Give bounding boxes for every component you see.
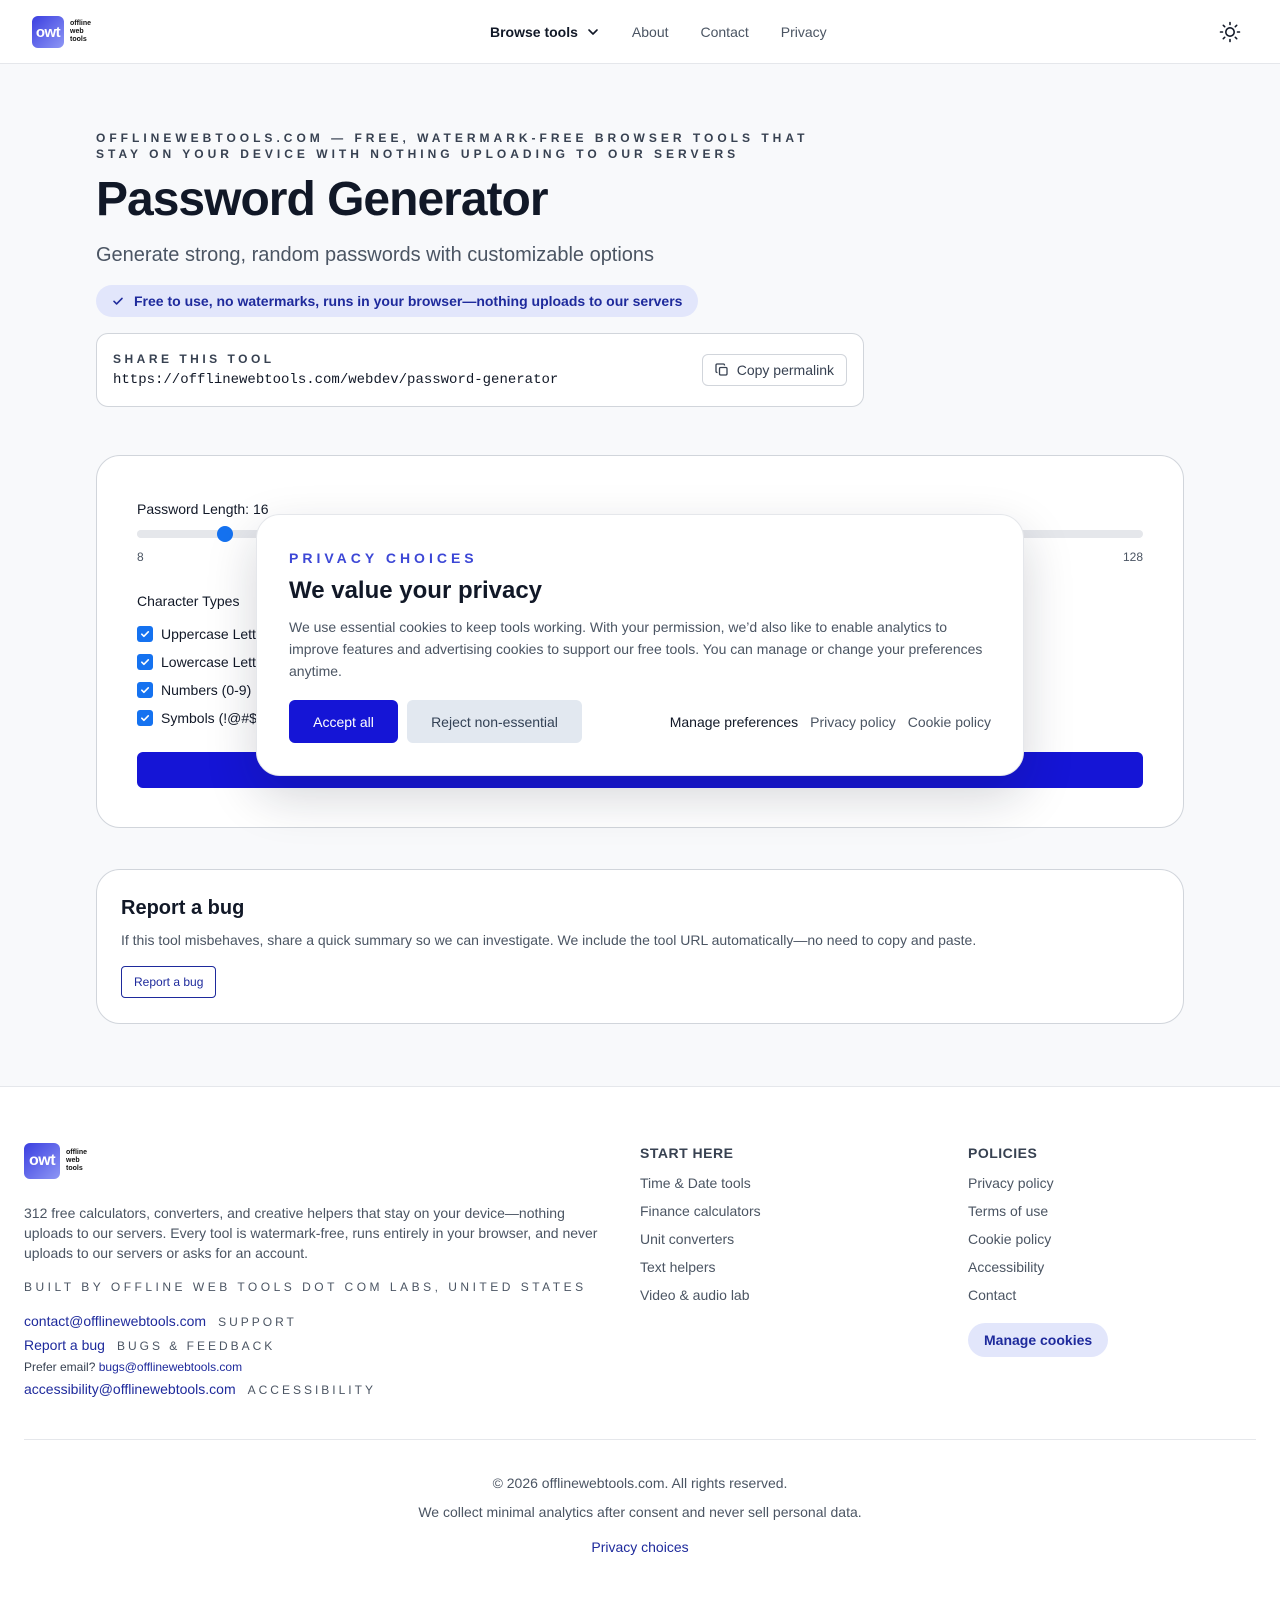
privacy-badge-text: Free to use, no watermarks, runs in your… <box>134 293 683 309</box>
site-header: owt offline web tools Browse tools About… <box>0 0 1280 64</box>
check-icon <box>141 631 150 638</box>
cookie-consent-dialog: PRIVACY CHOICES We value your privacy We… <box>256 514 1024 776</box>
character-types-title: Character Types <box>137 593 240 609</box>
logo-wordmark: offline web tools <box>70 20 91 43</box>
main-nav: Browse tools About Contact Privacy <box>490 0 827 64</box>
symbols-checkbox[interactable] <box>137 710 153 726</box>
reject-non-essential-button[interactable]: Reject non-essential <box>407 700 582 743</box>
check-icon <box>141 715 150 722</box>
footer-report-row: Report a bug BUGS & FEEDBACK <box>24 1337 275 1353</box>
check-icon <box>113 297 123 305</box>
footer-link-video-audio[interactable]: Video & audio lab <box>640 1287 761 1315</box>
consent-links: Manage preferences Privacy policy Cookie… <box>670 714 991 730</box>
footer-link-accessibility[interactable]: Accessibility <box>968 1259 1108 1287</box>
report-bug-button[interactable]: Report a bug <box>121 966 217 998</box>
report-bug-description: If this tool misbehaves, share a quick s… <box>121 932 977 948</box>
manage-preferences-link[interactable]: Manage preferences <box>670 714 798 730</box>
privacy-choices-link[interactable]: Privacy choices <box>0 1539 1280 1555</box>
logo-mark: owt <box>32 16 64 48</box>
option-uppercase[interactable]: Uppercase Lett <box>137 626 256 642</box>
check-icon <box>141 659 150 666</box>
share-label: SHARE THIS TOOL <box>113 352 275 366</box>
report-bug-title: Report a bug <box>121 897 245 919</box>
check-icon <box>141 687 150 694</box>
nav-about[interactable]: About <box>632 24 669 40</box>
consent-privacy-policy-link[interactable]: Privacy policy <box>810 714 896 730</box>
footer-accessibility-row: accessibility@offlinewebtools.com ACCESS… <box>24 1381 376 1397</box>
prefer-email-line: Prefer email? bugs@offlinewebtools.com <box>24 1360 243 1374</box>
support-tag: SUPPORT <box>218 1315 297 1329</box>
logo-mark: owt <box>24 1143 60 1179</box>
footer-link-privacy-policy[interactable]: Privacy policy <box>968 1175 1108 1203</box>
nav-browse-tools[interactable]: Browse tools <box>490 24 600 40</box>
slider-fill <box>137 530 225 538</box>
nav-contact[interactable]: Contact <box>701 24 749 40</box>
option-symbols[interactable]: Symbols (!@#$ <box>137 710 257 726</box>
footer-link-text-helpers[interactable]: Text helpers <box>640 1259 761 1287</box>
copy-icon <box>715 363 728 376</box>
nav-privacy[interactable]: Privacy <box>781 24 827 40</box>
share-card: SHARE THIS TOOL https://offlinewebtools.… <box>96 333 864 407</box>
password-length-label: Password Length: 16 <box>137 501 269 517</box>
chevron-down-icon <box>588 29 598 35</box>
lowercase-checkbox[interactable] <box>137 654 153 670</box>
footer-report-bug-link[interactable]: Report a bug <box>24 1337 105 1353</box>
consent-cookie-policy-link[interactable]: Cookie policy <box>908 714 991 730</box>
site-tagline: OFFLINEWEBTOOLS.COM — FREE, WATERMARK-FR… <box>96 131 809 161</box>
contact-email-link[interactable]: contact@offlinewebtools.com <box>24 1313 206 1329</box>
uppercase-checkbox[interactable] <box>137 626 153 642</box>
page-title: Password Generator <box>96 173 548 226</box>
footer-start-here: START HERE Time & Date tools Finance cal… <box>640 1145 761 1315</box>
accessibility-tag: ACCESSIBILITY <box>247 1383 376 1397</box>
sun-icon <box>1219 21 1241 43</box>
bugs-email-link[interactable]: bugs@offlinewebtools.com <box>99 1360 242 1374</box>
slider-thumb[interactable] <box>217 526 233 542</box>
accessibility-email-link[interactable]: accessibility@offlinewebtools.com <box>24 1381 236 1397</box>
page-subtitle: Generate strong, random passwords with c… <box>96 244 655 266</box>
consent-eyebrow: PRIVACY CHOICES <box>289 550 478 566</box>
footer-link-unit-converters[interactable]: Unit converters <box>640 1231 761 1259</box>
footer-link-terms[interactable]: Terms of use <box>968 1203 1108 1231</box>
logo-wordmark: offline web tools <box>66 1149 87 1172</box>
share-url: https://offlinewebtools.com/webdev/passw… <box>113 372 559 388</box>
option-numbers[interactable]: Numbers (0-9) <box>137 682 251 698</box>
site-logo[interactable]: owt offline web tools <box>32 16 91 48</box>
consent-title: We value your privacy <box>289 577 543 604</box>
footer-about: 312 free calculators, converters, and cr… <box>24 1205 598 1261</box>
report-bug-card: Report a bug If this tool misbehaves, sh… <box>96 869 1184 1024</box>
site-footer: owt offline web tools 312 free calculato… <box>0 1086 1280 1612</box>
option-lowercase[interactable]: Lowercase Lett <box>137 654 256 670</box>
theme-toggle-button[interactable] <box>1218 20 1242 44</box>
footer-contact-row: contact@offlinewebtools.com SUPPORT <box>24 1313 297 1329</box>
copy-permalink-button[interactable]: Copy permalink <box>701 354 847 386</box>
policies-heading: POLICIES <box>968 1145 1038 1161</box>
slider-max-label: 128 <box>1122 550 1143 564</box>
footer-link-finance[interactable]: Finance calculators <box>640 1203 761 1231</box>
privacy-badge: Free to use, no watermarks, runs in your… <box>96 285 699 317</box>
footer-divider <box>24 1439 1256 1440</box>
footer-link-cookie-policy[interactable]: Cookie policy <box>968 1231 1108 1259</box>
start-here-heading: START HERE <box>640 1145 734 1161</box>
numbers-checkbox[interactable] <box>137 682 153 698</box>
footer-logo[interactable]: owt offline web tools <box>24 1143 87 1179</box>
slider-min-label: 8 <box>137 550 144 564</box>
manage-cookies-button[interactable]: Manage cookies <box>968 1323 1109 1357</box>
accept-all-button[interactable]: Accept all <box>289 700 398 743</box>
analytics-note: We collect minimal analytics after conse… <box>418 1504 862 1520</box>
consent-body: We use essential cookies to keep tools w… <box>289 619 983 679</box>
footer-link-time-date[interactable]: Time & Date tools <box>640 1175 761 1203</box>
footer-link-contact[interactable]: Contact <box>968 1287 1108 1315</box>
bugs-feedback-tag: BUGS & FEEDBACK <box>116 1339 276 1353</box>
footer-built-by: BUILT BY OFFLINE WEB TOOLS DOT COM LABS,… <box>24 1280 587 1294</box>
copyright: © 2026 offlinewebtools.com. All rights r… <box>492 1475 788 1491</box>
footer-policies: POLICIES Privacy policy Terms of use Coo… <box>968 1145 1109 1357</box>
